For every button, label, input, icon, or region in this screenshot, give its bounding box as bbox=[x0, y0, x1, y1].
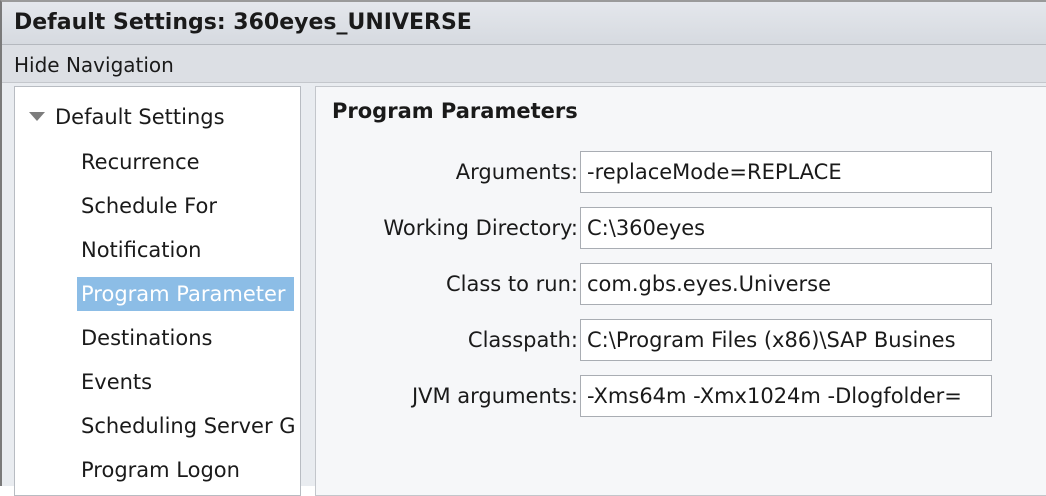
section-title: Program Parameters bbox=[332, 99, 578, 123]
tree-item-label: Destinations bbox=[81, 326, 213, 350]
tree-item-destinations[interactable]: Destinations bbox=[77, 321, 300, 365]
settings-nav-tree: Default Settings Recurrence Schedule For… bbox=[14, 86, 301, 496]
tree-item-recurrence[interactable]: Recurrence bbox=[77, 145, 300, 189]
navigation-toolbar: Hide Navigation bbox=[2, 45, 1046, 83]
tree-item-notification[interactable]: Notification bbox=[77, 233, 300, 277]
tree-item-scheduling-server-group[interactable]: Scheduling Server G bbox=[77, 409, 300, 453]
tree-item-events[interactable]: Events bbox=[77, 365, 300, 409]
classpath-row: Classpath: C:\Program Files (x86)\SAP Bu… bbox=[316, 319, 1046, 363]
window-title: Default Settings: 360eyes_UNIVERSE bbox=[14, 10, 472, 35]
tree-item-schedule-for[interactable]: Schedule For bbox=[77, 189, 300, 233]
tree-item-label: Schedule For bbox=[81, 194, 217, 218]
tree-item-label: Notification bbox=[81, 238, 202, 262]
tree-item-label: Program Parameter bbox=[77, 277, 294, 311]
classpath-input[interactable]: C:\Program Files (x86)\SAP Busines bbox=[580, 319, 992, 361]
program-parameters-panel: Program Parameters Arguments: -replaceMo… bbox=[315, 86, 1046, 496]
working-directory-input[interactable]: C:\360eyes bbox=[580, 207, 992, 249]
jvm-arguments-label: JVM arguments: bbox=[411, 384, 578, 408]
title-bar: Default Settings: 360eyes_UNIVERSE bbox=[2, 2, 1046, 45]
arguments-input[interactable]: -replaceMode=REPLACE bbox=[580, 151, 992, 193]
caret-down-icon[interactable] bbox=[29, 111, 45, 121]
working-directory-label: Working Directory: bbox=[383, 216, 578, 240]
tree-item-program-parameters[interactable]: Program Parameter bbox=[77, 277, 300, 321]
jvm-arguments-input[interactable]: -Xms64m -Xmx1024m -Dlogfolder= bbox=[580, 375, 992, 417]
jvm-arguments-row: JVM arguments: -Xms64m -Xmx1024m -Dlogfo… bbox=[316, 375, 1046, 419]
arguments-label: Arguments: bbox=[455, 160, 578, 184]
arguments-row: Arguments: -replaceMode=REPLACE bbox=[316, 151, 1046, 195]
settings-window: Default Settings: 360eyes_UNIVERSE Hide … bbox=[0, 0, 1046, 496]
tree-item-label: Events bbox=[81, 370, 153, 394]
working-directory-row: Working Directory: C:\360eyes bbox=[316, 207, 1046, 251]
tree-root-label: Default Settings bbox=[55, 105, 225, 129]
tree-item-program-logon[interactable]: Program Logon bbox=[77, 453, 300, 495]
class-to-run-input[interactable]: com.gbs.eyes.Universe bbox=[580, 263, 992, 305]
tree-root-default-settings[interactable]: Default Settings bbox=[29, 105, 225, 135]
tree-item-label: Program Logon bbox=[81, 458, 240, 482]
class-to-run-row: Class to run: com.gbs.eyes.Universe bbox=[316, 263, 1046, 307]
tree-item-label: Scheduling Server G bbox=[81, 414, 296, 438]
tree-item-label: Recurrence bbox=[81, 150, 200, 174]
hide-navigation-link[interactable]: Hide Navigation bbox=[14, 53, 174, 77]
class-to-run-label: Class to run: bbox=[445, 272, 578, 296]
tree-items: Recurrence Schedule For Notification Pro… bbox=[77, 145, 300, 495]
classpath-label: Classpath: bbox=[467, 328, 578, 352]
